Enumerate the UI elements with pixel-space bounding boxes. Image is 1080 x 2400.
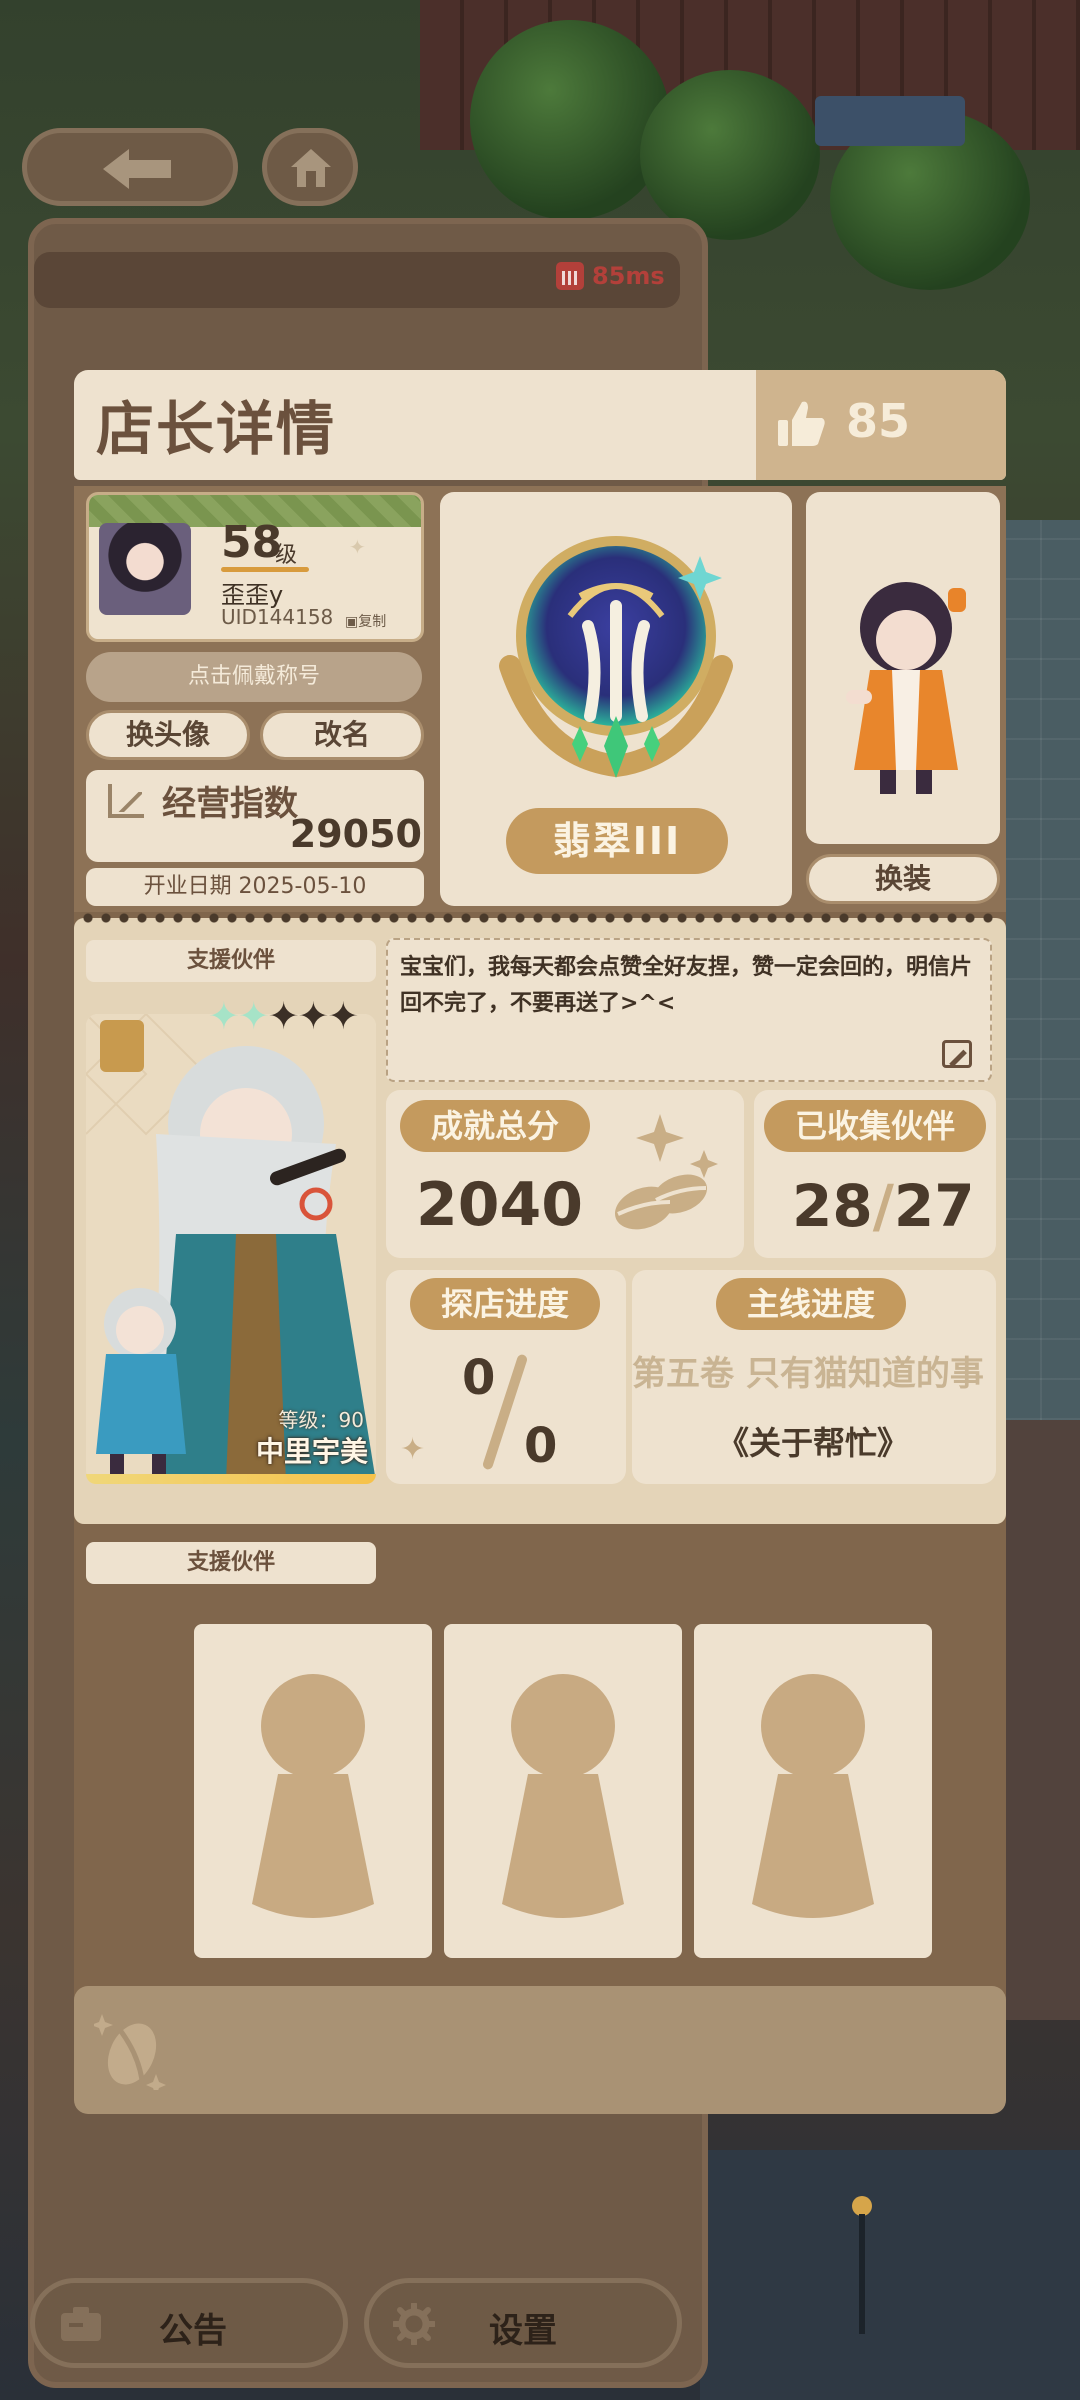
level-underline [221,567,309,572]
empty-slot-silhouette-icon [752,1674,874,1918]
copy-uid-button[interactable]: ▣复制 [345,611,386,631]
collected-total: 27 [893,1172,975,1240]
notice-icon [61,2307,101,2341]
sparkle-icon: ✦ [349,535,366,559]
rank-emblem-icon[interactable] [470,516,762,792]
outfit-button[interactable]: 换装 [806,854,1000,904]
business-index-value: 29050 [289,812,422,856]
helpers-label: 支援伙伴 [86,1542,376,1584]
player-info-card: 58 级 歪歪y UID144158 ▣复制 ✦ [86,492,424,642]
ping-indicator: 85ms [556,262,665,290]
star-filled-icon: ✦ [237,994,270,1038]
edit-icon[interactable] [942,1040,972,1068]
gear-icon [393,2303,435,2345]
home-icon [291,149,331,187]
signal-icon [556,262,584,290]
home-button[interactable] [262,128,358,206]
helper-slot-1[interactable] [194,1624,432,1958]
achievement-value: 2040 [416,1170,583,1240]
explore-progress-label: 探店进度 [410,1278,600,1330]
main-story-episode: 《关于帮忙》 [716,1424,909,1462]
copy-icon: ▣ [345,614,359,630]
star-empty-icon: ✦ [267,994,300,1038]
change-avatar-button[interactable]: 换头像 [86,710,250,760]
rename-button[interactable]: 改名 [260,710,424,760]
partner-stars: ✦✦✦✦✦ [208,994,359,1038]
level-suffix: 级 [275,543,298,568]
main-story-chapter: 第五卷 只有猫知道的事 [632,1354,984,1390]
tree [640,70,820,240]
open-date: 开业日期 2025-05-10 [86,868,424,906]
collected-partners-label: 已收集伙伴 [764,1100,986,1152]
bottom-panel [74,1986,1006,2114]
coffee-bean-icon [94,2014,166,2090]
shop-awning [815,96,965,146]
player-level: 58 [221,517,283,568]
street-lower [700,2150,1080,2400]
chart-icon [108,784,144,818]
achievement-label: 成就总分 [400,1100,590,1152]
rank-name: 翡翠III [506,808,728,874]
back-button[interactable] [22,128,238,206]
helper-slot-3[interactable] [694,1624,932,1958]
explore-total: 0 [524,1418,558,1474]
street-lamp [852,2196,872,2216]
star-filled-icon: ✦ [208,994,240,1038]
collected-current: 28 [792,1172,873,1240]
wear-title-button[interactable]: 点击佩戴称号 [86,652,422,702]
signature-message: 宝宝们，我每天都会点赞全好友捏，赞一定会回的，明信片回不完了，不要再送了>^< [400,955,973,1016]
settings-button[interactable]: 设置 [364,2278,682,2368]
slash-separator: / [872,1172,894,1240]
decorative-dotted-edge [82,912,998,924]
notice-label: 公告 [159,2311,227,2351]
ping-value: 85ms [592,262,665,290]
empty-slot-silhouette-icon [252,1674,374,1918]
player-character-sprite[interactable] [836,570,976,800]
floor-tiles [1000,520,1080,1420]
tree [470,20,670,220]
page-title: 店长详情 [96,395,337,463]
partner-rarity-bar [86,1474,376,1484]
coffee-beans-icon [614,1114,718,1230]
star-empty-icon: ✦ [297,994,330,1038]
like-count: 85 [846,394,911,448]
notice-button[interactable]: 公告 [30,2278,348,2368]
copy-label: 复制 [358,614,387,630]
empty-slot-silhouette-icon [502,1674,624,1918]
lamp-post [859,2214,865,2334]
street [1000,1420,1080,2020]
back-arrow-icon [103,149,171,189]
thumbs-up-icon [778,401,825,446]
avatar[interactable] [99,523,191,615]
partner-level: 等级：90 [278,1408,364,1432]
main-story-label: 主线进度 [716,1278,906,1330]
explore-current: 0 [462,1350,496,1406]
partner-name: 中里宇美 [255,1435,368,1468]
collected-partners-count: 28/27 [792,1172,975,1240]
sparkle-icon: ✦ [400,1432,426,1467]
player-uid: UID144158 [221,605,334,629]
support-partner-label: 支援伙伴 [86,940,376,982]
settings-label: 设置 [489,2311,557,2351]
helper-slot-2[interactable] [444,1624,682,1958]
star-empty-icon: ✦ [327,994,359,1038]
